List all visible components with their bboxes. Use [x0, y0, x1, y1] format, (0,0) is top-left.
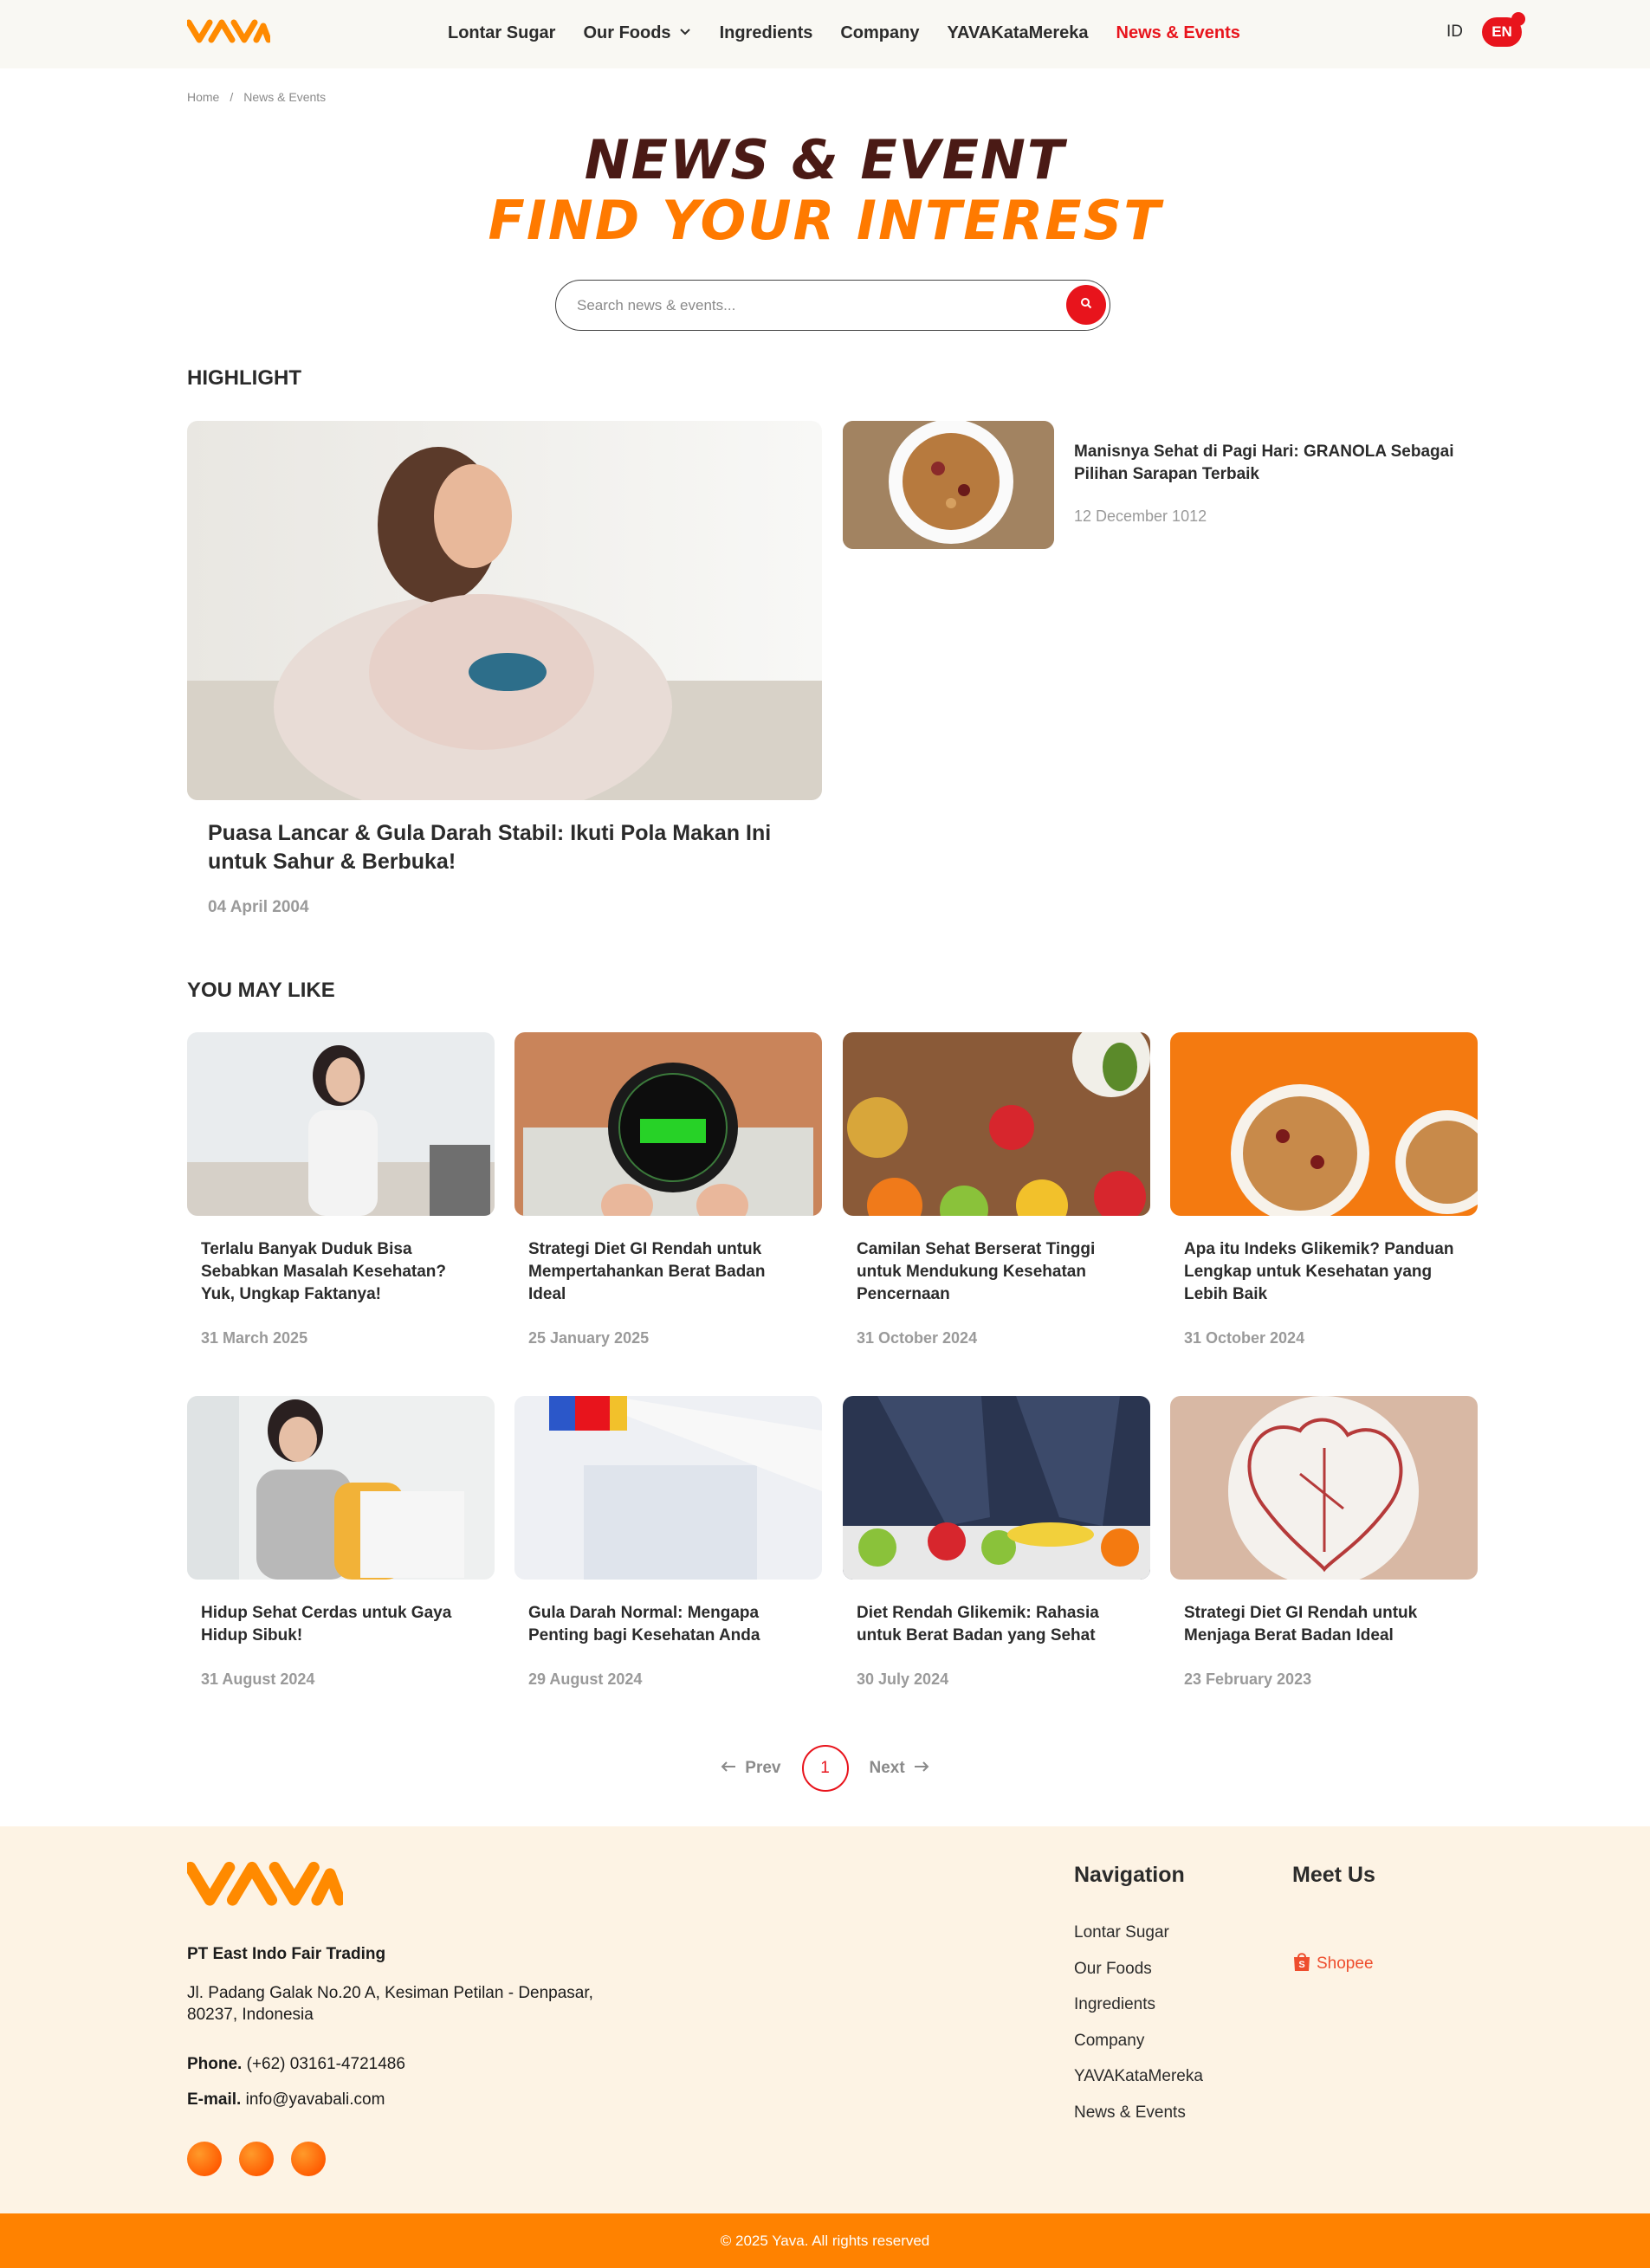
yava-logo[interactable]: [185, 19, 272, 51]
nav-label: Company: [840, 23, 920, 42]
search-bar: [555, 280, 1110, 331]
highlight-main-title[interactable]: Puasa Lancar & Gula Darah Stabil: Ikuti …: [208, 819, 797, 876]
footer-nav-item[interactable]: Ingredients: [1074, 1995, 1203, 2032]
footer-meet-us-title: Meet Us: [1292, 1863, 1375, 1887]
svg-text:S: S: [1298, 1960, 1304, 1970]
card-date: 30 July 2024: [857, 1670, 949, 1688]
site-footer: PT East Indo Fair Trading Jl. Padang Gal…: [0, 1826, 1650, 2213]
search-button[interactable]: [1066, 285, 1106, 325]
main-nav: Lontar Sugar Our Foods Ingredients Compa…: [448, 23, 1240, 43]
social-links: [187, 2142, 326, 2176]
nav-yavakatamereka[interactable]: YAVAKataMereka: [947, 23, 1088, 43]
card-title[interactable]: Apa itu Indeks Glikemik? Panduan Lengkap…: [1184, 1238, 1461, 1306]
card-date: 31 October 2024: [1184, 1329, 1305, 1347]
page-number-current[interactable]: 1: [801, 1745, 849, 1792]
search-input[interactable]: [577, 293, 1045, 319]
nav-label: News & Events: [1116, 23, 1240, 42]
footer-email: E-mail. info@yavabali.com: [187, 2090, 385, 2110]
footer-nav-item[interactable]: Company: [1074, 2032, 1203, 2068]
site-header: Lontar Sugar Our Foods Ingredients Compa…: [0, 0, 1650, 68]
breadcrumb-current: News & Events: [243, 90, 327, 104]
nav-lontar-sugar[interactable]: Lontar Sugar: [448, 23, 555, 43]
card-image[interactable]: [1170, 1032, 1478, 1216]
chevron-down-icon: [678, 23, 692, 43]
card-date: 31 August 2024: [201, 1670, 315, 1688]
card-image[interactable]: [187, 1032, 495, 1216]
card-title[interactable]: Camilan Sehat Berserat Tinggi untuk Mend…: [857, 1238, 1134, 1306]
highlight-section-title: HIGHLIGHT: [187, 366, 301, 390]
footer-company-name: PT East Indo Fair Trading: [187, 1945, 386, 1963]
language-switcher: ID EN: [1446, 12, 1525, 47]
nav-news-events[interactable]: News & Events: [1116, 23, 1240, 43]
footer-nav-item[interactable]: Our Foods: [1074, 1960, 1203, 1996]
card-image[interactable]: [514, 1396, 822, 1580]
card-date: 31 March 2025: [201, 1329, 308, 1347]
card-date: 23 February 2023: [1184, 1670, 1312, 1688]
arrow-right-icon: [914, 1759, 929, 1778]
footer-address: Jl. Padang Galak No.20 A, Kesiman Petila…: [187, 1984, 593, 2024]
card-image[interactable]: [843, 1032, 1150, 1216]
highlight-main-image[interactable]: [187, 421, 822, 800]
highlight-side-title[interactable]: Manisnya Sehat di Pagi Hari: GRANOLA Seb…: [1074, 441, 1464, 486]
card-title[interactable]: Diet Rendah Glikemik: Rahasia untuk Bera…: [857, 1602, 1134, 1647]
phone-label: Phone.: [187, 2055, 243, 2073]
card-image[interactable]: [187, 1396, 495, 1580]
social-icon[interactable]: [291, 2142, 326, 2176]
footer-navigation-list: Lontar Sugar Our Foods Ingredients Compa…: [1074, 1923, 1203, 2139]
nav-label: Our Foods: [583, 23, 671, 42]
nav-label: YAVAKataMereka: [947, 23, 1089, 42]
card-title[interactable]: Gula Darah Normal: Mengapa Penting bagi …: [528, 1602, 806, 1647]
footer-navigation-title: Navigation: [1074, 1863, 1185, 1887]
lang-en-button[interactable]: EN: [1482, 12, 1525, 47]
card-image[interactable]: [1170, 1396, 1478, 1580]
card-title[interactable]: Strategi Diet GI Rendah untuk Mempertaha…: [528, 1238, 806, 1306]
breadcrumb-separator: /: [230, 90, 234, 104]
search-icon: [1080, 297, 1092, 313]
nav-our-foods[interactable]: Our Foods: [583, 23, 691, 43]
footer-phone: Phone. (+62) 03161-4721486: [187, 2055, 405, 2074]
copyright-text: © 2025 Yava. All rights reserved: [720, 2232, 930, 2249]
pagination: Prev 1 Next: [0, 1745, 1650, 1792]
card-title[interactable]: Strategi Diet GI Rendah untuk Menjaga Be…: [1184, 1602, 1461, 1647]
next-label: Next: [869, 1759, 905, 1777]
footer-nav-item[interactable]: News & Events: [1074, 2103, 1203, 2140]
shopee-label: Shopee: [1317, 1955, 1374, 1973]
nav-ingredients[interactable]: Ingredients: [720, 23, 813, 43]
prev-button[interactable]: Prev: [721, 1759, 781, 1778]
you-may-like-section-title: YOU MAY LIKE: [187, 979, 335, 1002]
email-value[interactable]: info@yavabali.com: [246, 2090, 385, 2109]
prev-label: Prev: [745, 1759, 781, 1777]
card-image[interactable]: [843, 1396, 1150, 1580]
phone-value[interactable]: (+62) 03161-4721486: [247, 2055, 405, 2073]
breadcrumb: Home / News & Events: [187, 90, 326, 104]
breadcrumb-home[interactable]: Home: [187, 90, 219, 104]
card-image[interactable]: [514, 1032, 822, 1216]
card-title[interactable]: Hidup Sehat Cerdas untuk Gaya Hidup Sibu…: [201, 1602, 478, 1647]
highlight-side-date: 12 December 1012: [1074, 507, 1207, 525]
footer-nav-item[interactable]: Lontar Sugar: [1074, 1923, 1203, 1960]
card-title[interactable]: Terlalu Banyak Duduk Bisa Sebabkan Masal…: [201, 1238, 478, 1306]
arrow-left-icon: [721, 1759, 736, 1778]
card-date: 29 August 2024: [528, 1670, 643, 1688]
email-label: E-mail.: [187, 2090, 242, 2109]
card-date: 31 October 2024: [857, 1329, 978, 1347]
nav-label: Ingredients: [719, 23, 813, 42]
social-icon[interactable]: [239, 2142, 274, 2176]
copyright-bar: © 2025 Yava. All rights reserved: [0, 2213, 1650, 2268]
lang-id-button[interactable]: ID: [1446, 23, 1463, 42]
highlight-side-image[interactable]: [843, 421, 1054, 549]
highlight-main-date: 04 April 2004: [208, 898, 309, 916]
page-subtitle: FIND YOUR INTEREST: [488, 189, 1162, 252]
shopee-link[interactable]: S Shopee: [1292, 1951, 1374, 1977]
nav-label: Lontar Sugar: [448, 23, 556, 42]
shopee-bag-icon: S: [1292, 1951, 1311, 1977]
social-icon[interactable]: [187, 2142, 222, 2176]
card-date: 25 January 2025: [528, 1329, 650, 1347]
footer-yava-logo[interactable]: [184, 1861, 346, 1917]
next-button[interactable]: Next: [870, 1759, 929, 1778]
footer-nav-item[interactable]: YAVAKataMereka: [1074, 2067, 1203, 2103]
page-title: NEWS & EVENT: [584, 128, 1066, 191]
nav-company[interactable]: Company: [840, 23, 919, 43]
